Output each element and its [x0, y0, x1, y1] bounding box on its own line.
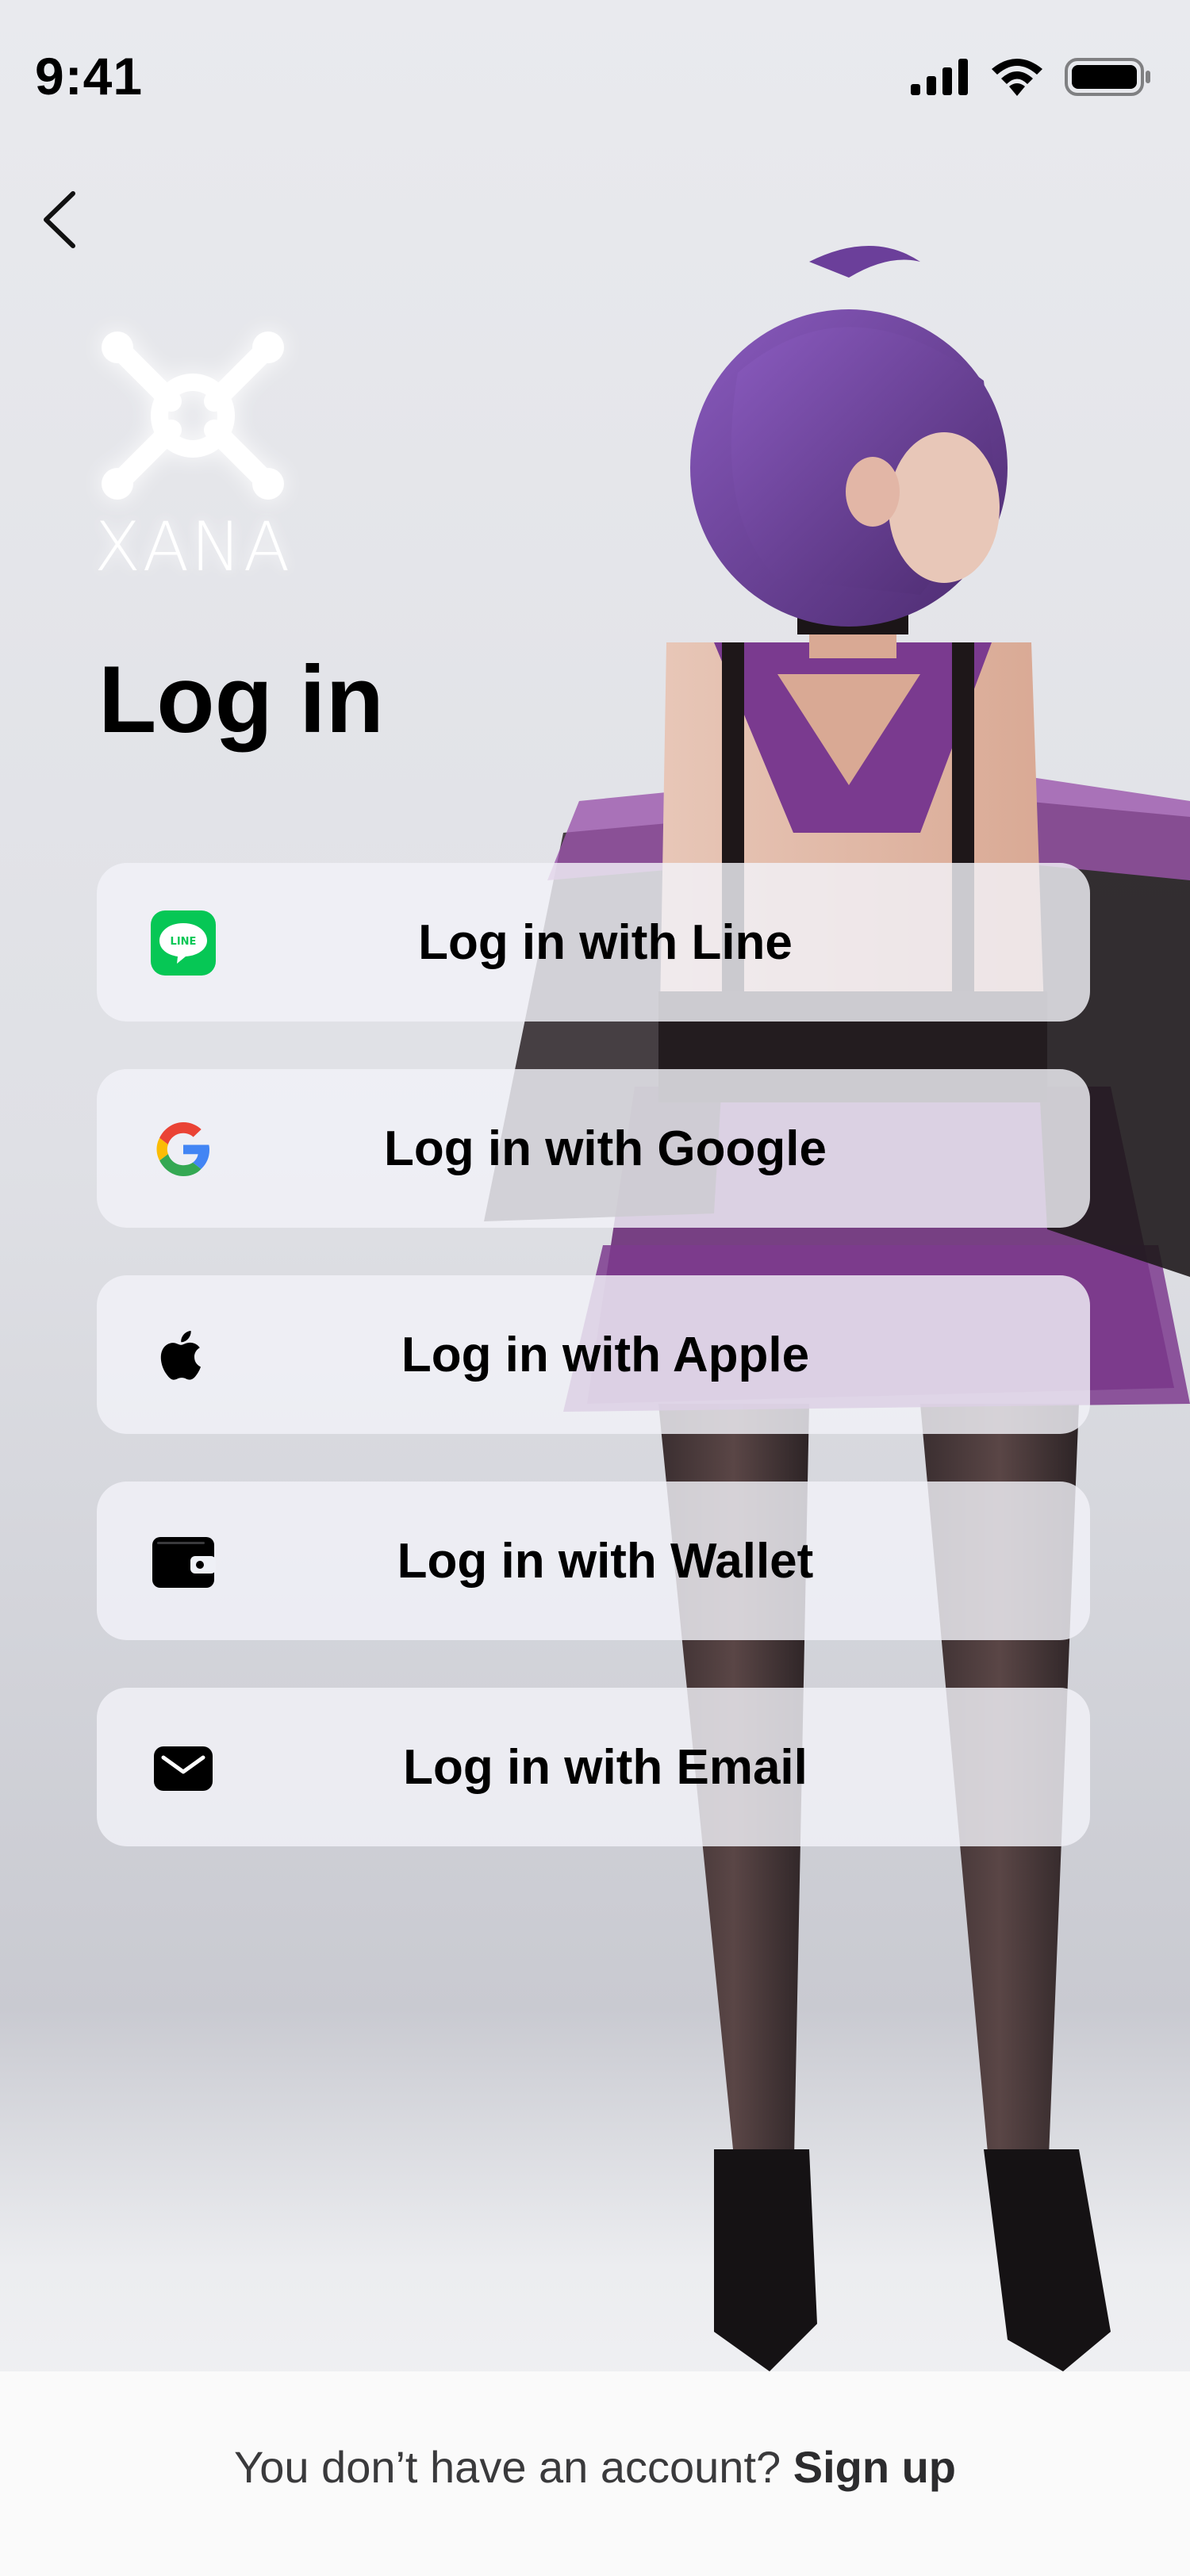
- wifi-icon: [992, 59, 1042, 96]
- xana-logo-mark: [102, 332, 284, 500]
- status-time: 9:41: [35, 47, 144, 105]
- wallet-icon: [151, 1529, 216, 1594]
- login-apple-label: Log in with Apple: [401, 1327, 810, 1382]
- login-line-label: Log in with Line: [418, 914, 793, 970]
- login-line-button[interactable]: LINE Log in with Line: [97, 863, 1090, 1022]
- login-wallet-label: Log in with Wallet: [397, 1533, 814, 1589]
- email-icon: [151, 1735, 216, 1800]
- login-wallet-button[interactable]: Log in with Wallet: [97, 1482, 1090, 1640]
- signup-prompt-text: You don’t have an account?: [233, 2442, 793, 2492]
- login-options: LINE Log in with Line Log in with Google: [97, 863, 1090, 1894]
- login-google-label: Log in with Google: [384, 1121, 827, 1176]
- svg-text:LINE: LINE: [171, 936, 197, 948]
- login-apple-button[interactable]: Log in with Apple: [97, 1275, 1090, 1434]
- line-icon: LINE: [151, 910, 216, 976]
- status-icons: [911, 57, 1152, 97]
- footer: You don’t have an account? Sign up: [0, 2371, 1190, 2576]
- login-screen: 9:41 XANA Log in LINE Log in with Line L…: [0, 0, 1190, 2576]
- battery-icon: [1065, 58, 1150, 96]
- google-icon: [151, 1117, 216, 1182]
- chevron-left-icon: [44, 191, 75, 248]
- login-email-label: Log in with Email: [403, 1739, 808, 1795]
- xana-logo: XANA: [94, 325, 292, 587]
- apple-icon: [151, 1323, 216, 1388]
- signup-prompt: You don’t have an account? Sign up: [0, 2441, 1190, 2493]
- signup-link[interactable]: Sign up: [793, 2442, 956, 2492]
- login-google-button[interactable]: Log in with Google: [97, 1069, 1090, 1228]
- signal-icon: [911, 59, 968, 95]
- page-title: Log in: [98, 646, 384, 753]
- login-email-button[interactable]: Log in with Email: [97, 1688, 1090, 1846]
- logo-text: XANA: [94, 508, 292, 587]
- back-button[interactable]: [35, 184, 86, 255]
